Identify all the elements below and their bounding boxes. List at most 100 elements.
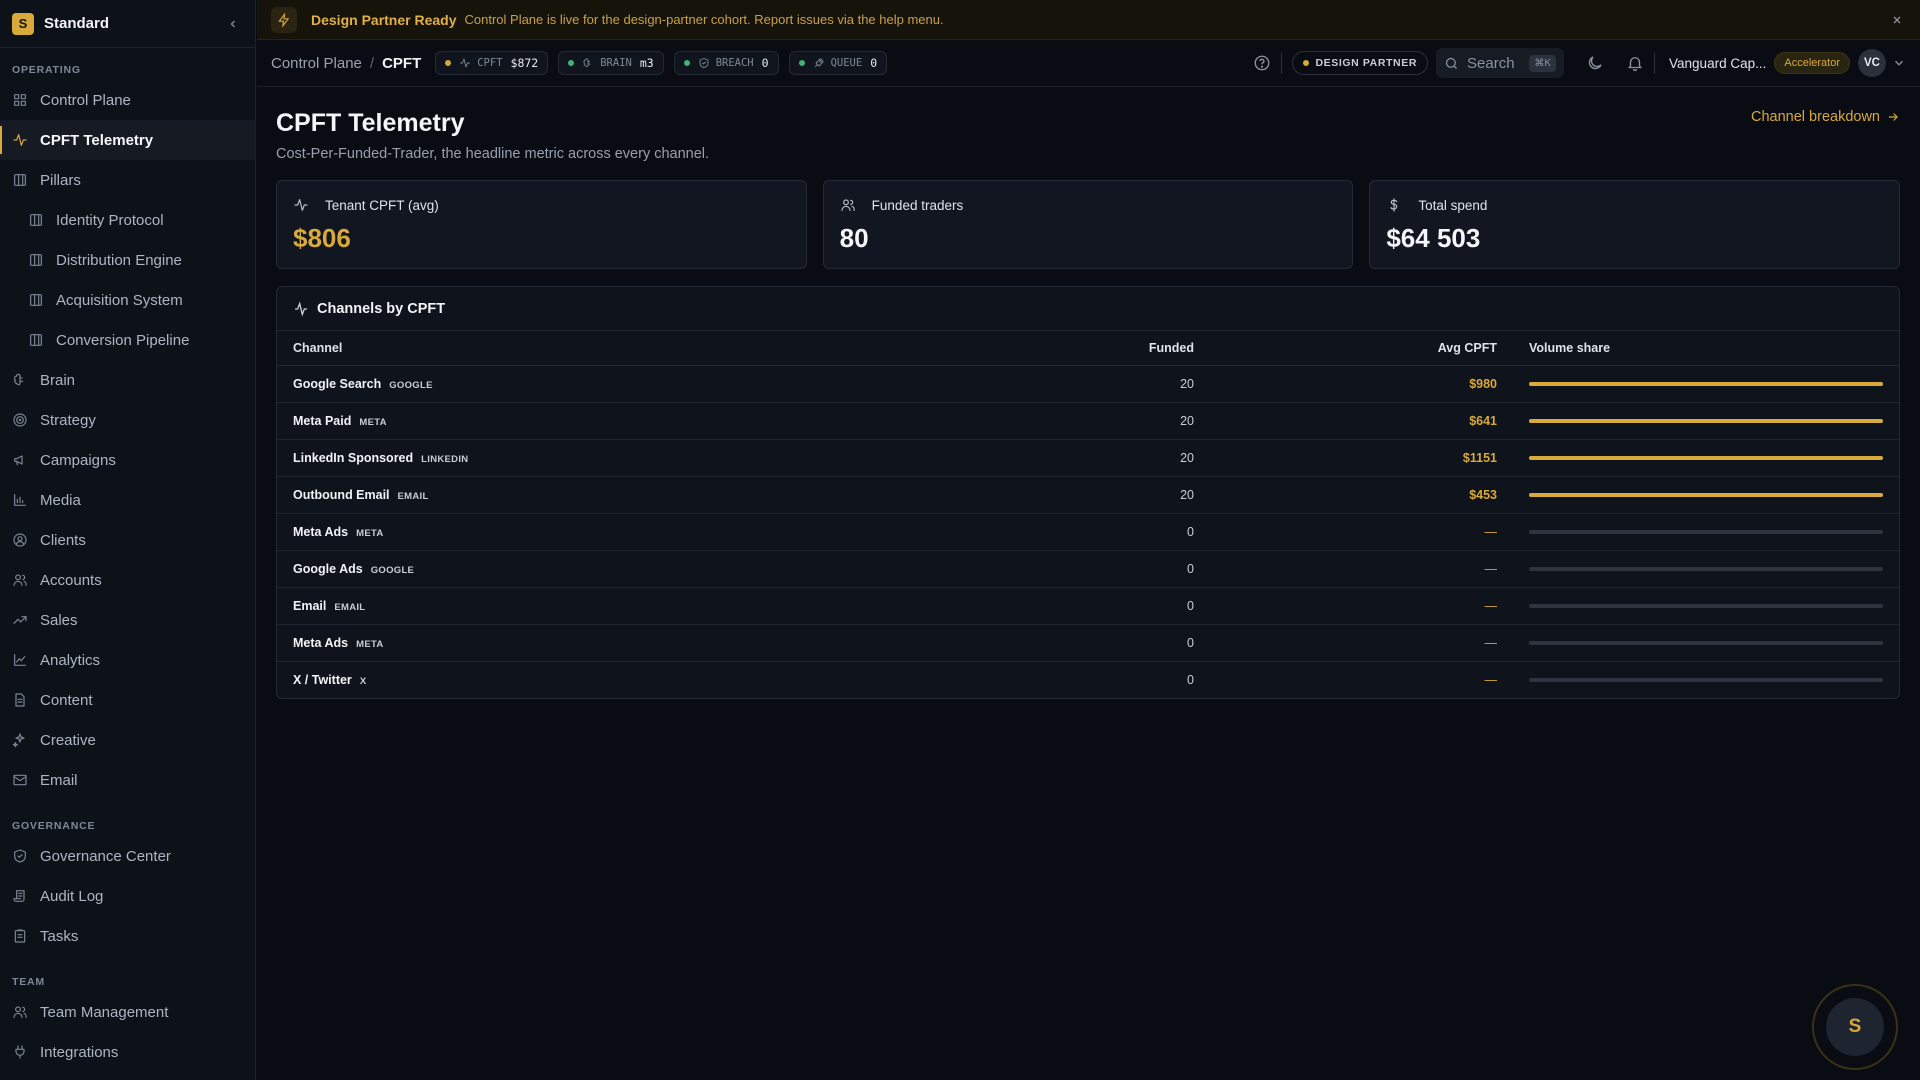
volume-share-cell xyxy=(1497,476,1899,514)
status-chip-breach[interactable]: BREACH 0 xyxy=(673,51,779,75)
channel-cell: Google Search GOOGLE xyxy=(277,365,852,403)
sidebar-item-cpft-telemetry[interactable]: CPFT Telemetry xyxy=(0,120,255,160)
column-header-volume-share[interactable]: Volume share xyxy=(1497,331,1899,366)
funded-cell: 0 xyxy=(852,624,1194,662)
table-row[interactable]: Google Search GOOGLE 20 $980 xyxy=(277,365,1899,403)
sidebar-item-audit-log[interactable]: Audit Log xyxy=(0,876,255,916)
sidebar-item-creative[interactable]: Creative xyxy=(0,720,255,760)
table-row[interactable]: X / Twitter X 0 — xyxy=(277,661,1899,698)
column-header-avg-cpft[interactable]: Avg CPFT xyxy=(1194,331,1497,366)
assistant-button[interactable]: S xyxy=(1812,984,1898,1070)
sidebar-item-campaigns[interactable]: Campaigns xyxy=(0,440,255,480)
volume-share-bar xyxy=(1529,492,1883,497)
sidebar-item-label: Sales xyxy=(40,611,78,629)
scroll-icon xyxy=(12,888,28,904)
table-header-row: Channel Funded Avg CPFT Volume share xyxy=(277,331,1899,366)
sidebar-item-strategy[interactable]: Strategy xyxy=(0,400,255,440)
org-name[interactable]: Vanguard Cap... xyxy=(1669,56,1766,71)
status-dot xyxy=(445,60,452,66)
table-row[interactable]: Email EMAIL 0— xyxy=(277,587,1899,625)
kpi-label: Funded traders xyxy=(871,197,964,213)
chip-value: 0 xyxy=(870,56,878,70)
chip-label: QUEUE xyxy=(830,57,863,69)
channel-name: Email xyxy=(293,598,327,613)
sidebar-item-tasks[interactable]: Tasks xyxy=(0,916,255,956)
sidebar-item-label: Governance Center xyxy=(40,847,171,865)
avg-cpft-cell: $1151 xyxy=(1194,439,1497,477)
sidebar-item-accounts[interactable]: Accounts xyxy=(0,560,255,600)
sidebar-item-brain[interactable]: Brain xyxy=(0,360,255,400)
sidebar-item-label: Accounts xyxy=(40,571,102,589)
funded-cell: 0 xyxy=(1187,672,1194,687)
channel-name: LinkedIn Sponsored xyxy=(293,450,414,465)
sidebar-item-integrations[interactable]: Integrations xyxy=(0,1032,255,1072)
status-chip-queue[interactable]: QUEUE 0 xyxy=(788,51,888,75)
sidebar-item-sales[interactable]: Sales xyxy=(0,600,255,640)
page-title: CPFT Telemetry xyxy=(276,109,465,137)
channels-table: Channel Funded Avg CPFT Volume share Goo… xyxy=(277,331,1899,698)
volume-share-cell xyxy=(1497,550,1899,588)
sidebar-item-analytics[interactable]: Analytics xyxy=(0,640,255,680)
status-chip-cpft[interactable]: CPFT $872 xyxy=(435,51,549,75)
chevron-down-icon[interactable] xyxy=(1892,56,1906,70)
status-chip-brain[interactable]: BRAIN m3 xyxy=(558,51,664,75)
sidebar-item-conversion-pipeline[interactable]: Conversion Pipeline xyxy=(0,320,255,360)
volume-share-bar xyxy=(1529,455,1883,460)
sidebar-item-identity-protocol[interactable]: Identity Protocol xyxy=(0,200,255,240)
column-header-channel[interactable]: Channel xyxy=(277,331,852,366)
breadcrumb-root[interactable]: Control Plane xyxy=(271,55,362,72)
status-dot xyxy=(798,60,805,66)
close-icon[interactable] xyxy=(1888,11,1906,29)
sidebar-item-clients[interactable]: Clients xyxy=(0,520,255,560)
search-placeholder: Search xyxy=(1467,54,1515,72)
activity-icon xyxy=(459,57,471,69)
funded-cell: 20 xyxy=(852,365,1194,403)
sidebar-item-control-plane[interactable]: Control Plane xyxy=(0,80,255,120)
sidebar-item-content[interactable]: Content xyxy=(0,680,255,720)
sidebar-item-governance-center[interactable]: Governance Center xyxy=(0,836,255,876)
collapse-sidebar-icon[interactable] xyxy=(223,14,243,34)
volume-share-bar xyxy=(1529,640,1883,645)
column-header-funded[interactable]: Funded xyxy=(852,331,1194,366)
channel-tag: X xyxy=(359,675,367,687)
workspace-switcher[interactable]: S Standard xyxy=(0,0,255,48)
sidebar-section-title: GOVERNANCE xyxy=(12,820,96,832)
sidebar-item-distribution-engine[interactable]: Distribution Engine xyxy=(0,240,255,280)
table-row[interactable]: LinkedIn Sponsored LINKEDIN 20 $1151 xyxy=(277,439,1899,477)
kpi-label: Total spend xyxy=(1418,197,1488,213)
sidebar-item-label: Distribution Engine xyxy=(56,251,182,269)
table-row[interactable]: Google Ads GOOGLE 0— xyxy=(277,550,1899,588)
channel-name: Meta Ads xyxy=(293,635,349,650)
search-input[interactable]: Search ⌘K xyxy=(1436,48,1565,78)
sidebar-item-media[interactable]: Media xyxy=(0,480,255,520)
file-text-icon xyxy=(12,692,28,708)
activity-icon xyxy=(293,197,317,213)
divider xyxy=(1654,52,1656,74)
line-chart-icon xyxy=(12,652,28,668)
sidebar-item-email[interactable]: Email xyxy=(0,760,255,800)
sidebar-item-label: Acquisition System xyxy=(56,291,183,309)
users-icon xyxy=(12,1004,28,1020)
sidebar-item-team-management[interactable]: Team Management xyxy=(0,992,255,1032)
moon-icon[interactable] xyxy=(1586,54,1604,72)
sidebar-item-label: Content xyxy=(40,691,93,709)
channel-name: Meta Ads xyxy=(293,524,349,539)
help-icon[interactable] xyxy=(1253,54,1271,72)
table-row[interactable]: Meta Ads META 0— xyxy=(277,513,1899,551)
sidebar-item-label: Brain xyxy=(40,371,76,389)
table-row[interactable]: Outbound Email EMAIL 20 $453 xyxy=(277,476,1899,514)
table-row[interactable]: Meta Ads META 0— xyxy=(277,624,1899,662)
bell-icon[interactable] xyxy=(1626,54,1644,72)
channel-breakdown-link[interactable]: Channel breakdown xyxy=(1751,109,1900,125)
avatar[interactable]: VC xyxy=(1858,49,1886,77)
table-row[interactable]: Meta Paid META 20 $641 xyxy=(277,402,1899,440)
card-header: Channels by CPFT xyxy=(277,287,1899,331)
funded-cell: 0 xyxy=(852,587,1194,625)
sidebar-item-label: Control Plane xyxy=(40,91,131,109)
sidebar-item-label: Media xyxy=(40,491,81,509)
activity-icon xyxy=(12,132,28,148)
kpi-label-row: Total spend xyxy=(1386,197,1883,213)
avg-cpft-cell: $453 xyxy=(1194,476,1497,514)
sidebar-item-pillars[interactable]: Pillars xyxy=(0,160,255,200)
sidebar-item-acquisition-system[interactable]: Acquisition System xyxy=(0,280,255,320)
